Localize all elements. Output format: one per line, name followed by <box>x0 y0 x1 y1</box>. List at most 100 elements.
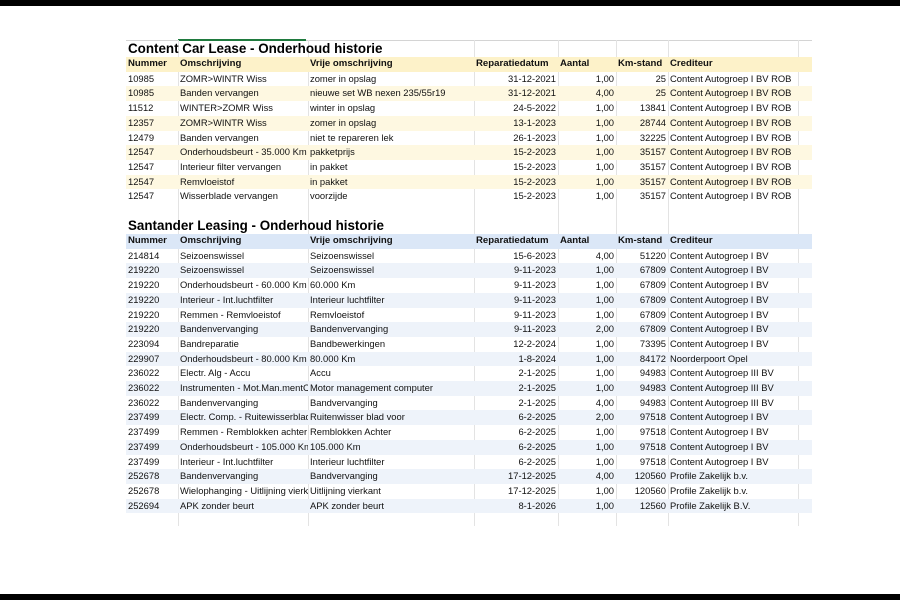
header-reparatiedatum[interactable]: Reparatiedatum <box>474 57 558 72</box>
cell-crediteur[interactable]: Content Autogroep I BV <box>668 337 812 352</box>
cell-crediteur[interactable]: Content Autogroep I BV ROB <box>668 160 812 175</box>
cell-crediteur[interactable]: Profile Zakelijk B.V. <box>668 498 812 514</box>
cell-crediteur[interactable]: Content Autogroep I BV ROB <box>668 131 812 146</box>
cell-km-stand[interactable]: 97518 <box>616 410 668 426</box>
cell-vrije-omschrijving[interactable]: Interieur luchtfilter <box>308 292 474 308</box>
cell-aantal[interactable]: 4,00 <box>558 469 616 484</box>
cell-aantal[interactable]: 1,00 <box>558 455 616 470</box>
cell-omschrijving[interactable]: Bandenvervanging <box>178 469 308 484</box>
cell-crediteur[interactable]: Content Autogroep III BV <box>668 366 812 381</box>
cell-aantal[interactable]: 4,00 <box>558 86 616 102</box>
cell-km-stand[interactable]: 35157 <box>616 174 668 190</box>
cell-km-stand[interactable]: 67809 <box>616 322 668 337</box>
cell-aantal[interactable]: 1,00 <box>558 189 616 204</box>
cell-nummer[interactable]: 12547 <box>126 160 178 175</box>
cell-reparatiedatum[interactable]: 15-6-2023 <box>474 249 558 264</box>
cell-vrije-omschrijving[interactable]: zomer in opslag <box>308 72 474 87</box>
cell-nummer[interactable]: 237499 <box>126 455 178 470</box>
cell-omschrijving[interactable]: Onderhoudsbeurt - 105.000 Km <box>178 439 308 455</box>
cell-aantal[interactable]: 1,00 <box>558 425 616 440</box>
cell-nummer[interactable]: 223094 <box>126 337 178 352</box>
cell-aantal[interactable]: 1,00 <box>558 174 616 190</box>
cell-vrije-omschrijving[interactable]: Ruitenwisser blad voor <box>308 410 474 426</box>
header-reparatiedatum[interactable]: Reparatiedatum <box>474 234 558 249</box>
cell-vrije-omschrijving[interactable]: Interieur luchtfilter <box>308 455 474 470</box>
cell-reparatiedatum[interactable]: 31-12-2021 <box>474 72 558 87</box>
cell-aantal[interactable]: 1,00 <box>558 72 616 87</box>
cell-crediteur[interactable]: Content Autogroep I BV ROB <box>668 86 812 102</box>
cell-reparatiedatum[interactable]: 2-1-2025 <box>474 381 558 396</box>
header-aantal[interactable]: Aantal <box>558 234 616 249</box>
cell-reparatiedatum[interactable]: 12-2-2024 <box>474 337 558 352</box>
cell-aantal[interactable]: 4,00 <box>558 396 616 411</box>
cell-km-stand[interactable]: 73395 <box>616 337 668 352</box>
cell-aantal[interactable]: 1,00 <box>558 131 616 146</box>
cell-aantal[interactable]: 1,00 <box>558 115 616 131</box>
cell-km-stand[interactable]: 97518 <box>616 455 668 470</box>
cell-crediteur[interactable]: Content Autogroep I BV <box>668 278 812 293</box>
cell-km-stand[interactable]: 94983 <box>616 381 668 396</box>
cell-nummer[interactable]: 10985 <box>126 72 178 87</box>
cell-nummer[interactable]: 219220 <box>126 263 178 279</box>
header-km-stand[interactable]: Km-stand <box>616 234 668 249</box>
cell-vrije-omschrijving[interactable]: pakketprijs <box>308 145 474 160</box>
cell-nummer[interactable]: 236022 <box>126 366 178 381</box>
cell-crediteur[interactable]: Content Autogroep I BV ROB <box>668 174 812 190</box>
cell-aantal[interactable]: 1,00 <box>558 484 616 499</box>
cell-aantal[interactable]: 1,00 <box>558 101 616 116</box>
cell-aantal[interactable]: 1,00 <box>558 337 616 352</box>
cell-km-stand[interactable]: 28744 <box>616 115 668 131</box>
cell-nummer[interactable]: 237499 <box>126 410 178 426</box>
cell-aantal[interactable]: 1,00 <box>558 366 616 381</box>
header-vrije-omschrijving[interactable]: Vrije omschrijving <box>308 234 474 249</box>
cell-vrije-omschrijving[interactable]: zomer in opslag <box>308 115 474 131</box>
cell-vrije-omschrijving[interactable]: 80.000 Km <box>308 351 474 367</box>
cell-km-stand[interactable]: 35157 <box>616 160 668 175</box>
cell-crediteur[interactable]: Content Autogroep I BV ROB <box>668 101 812 116</box>
cell-crediteur[interactable]: Content Autogroep I BV <box>668 455 812 470</box>
cell-omschrijving[interactable]: Seizoenswissel <box>178 263 308 279</box>
header-omschrijving[interactable]: Omschrijving <box>178 57 308 72</box>
cell-omschrijving[interactable]: Wielophanging - Uitlijning vierka <box>178 484 308 499</box>
cell-nummer[interactable]: 236022 <box>126 381 178 396</box>
cell-km-stand[interactable]: 97518 <box>616 425 668 440</box>
cell-nummer[interactable]: 219220 <box>126 322 178 337</box>
cell-vrije-omschrijving[interactable]: Seizoenswissel <box>308 263 474 279</box>
cell-vrije-omschrijving[interactable]: APK zonder beurt <box>308 498 474 514</box>
header-km-stand[interactable]: Km-stand <box>616 57 668 72</box>
cell-nummer[interactable]: 10985 <box>126 86 178 102</box>
cell-km-stand[interactable]: 13841 <box>616 101 668 116</box>
cell-vrije-omschrijving[interactable]: winter in opslag <box>308 101 474 116</box>
cell-aantal[interactable]: 1,00 <box>558 308 616 323</box>
cell-reparatiedatum[interactable]: 2-1-2025 <box>474 396 558 411</box>
header-nummer[interactable]: Nummer <box>126 234 178 249</box>
cell-km-stand[interactable]: 32225 <box>616 131 668 146</box>
cell-reparatiedatum[interactable]: 9-11-2023 <box>474 278 558 293</box>
cell-omschrijving[interactable]: Electr. Alg - Accu <box>178 366 308 381</box>
cell-reparatiedatum[interactable]: 15-2-2023 <box>474 189 558 204</box>
cell-nummer[interactable]: 12547 <box>126 174 178 190</box>
cell-km-stand[interactable]: 97518 <box>616 439 668 455</box>
cell-crediteur[interactable]: Content Autogroep I BV <box>668 425 812 440</box>
cell-km-stand[interactable]: 35157 <box>616 145 668 160</box>
cell-reparatiedatum[interactable]: 9-11-2023 <box>474 263 558 279</box>
cell-reparatiedatum[interactable]: 15-2-2023 <box>474 160 558 175</box>
cell-crediteur[interactable]: Content Autogroep I BV ROB <box>668 72 812 87</box>
cell-omschrijving[interactable]: Onderhoudsbeurt - 60.000 Km <box>178 278 308 293</box>
cell-km-stand[interactable]: 25 <box>616 72 668 87</box>
header-crediteur[interactable]: Crediteur <box>668 234 812 249</box>
cell-nummer[interactable]: 12357 <box>126 115 178 131</box>
cell-crediteur[interactable]: Content Autogroep I BV <box>668 249 812 264</box>
cell-reparatiedatum[interactable]: 26-1-2023 <box>474 131 558 146</box>
cell-vrije-omschrijving[interactable]: 60.000 Km <box>308 278 474 293</box>
cell-omschrijving[interactable]: WINTER>ZOMR Wiss <box>178 101 308 116</box>
cell-reparatiedatum[interactable]: 17-12-2025 <box>474 469 558 484</box>
header-omschrijving[interactable]: Omschrijving <box>178 234 308 249</box>
cell-km-stand[interactable]: 51220 <box>616 249 668 264</box>
cell-reparatiedatum[interactable]: 6-2-2025 <box>474 439 558 455</box>
cell-nummer[interactable]: 237499 <box>126 439 178 455</box>
cell-reparatiedatum[interactable]: 9-11-2023 <box>474 308 558 323</box>
cell-omschrijving[interactable]: Interieur filter vervangen <box>178 160 308 175</box>
cell-omschrijving[interactable]: Banden vervangen <box>178 86 308 102</box>
cell-reparatiedatum[interactable]: 2-1-2025 <box>474 366 558 381</box>
